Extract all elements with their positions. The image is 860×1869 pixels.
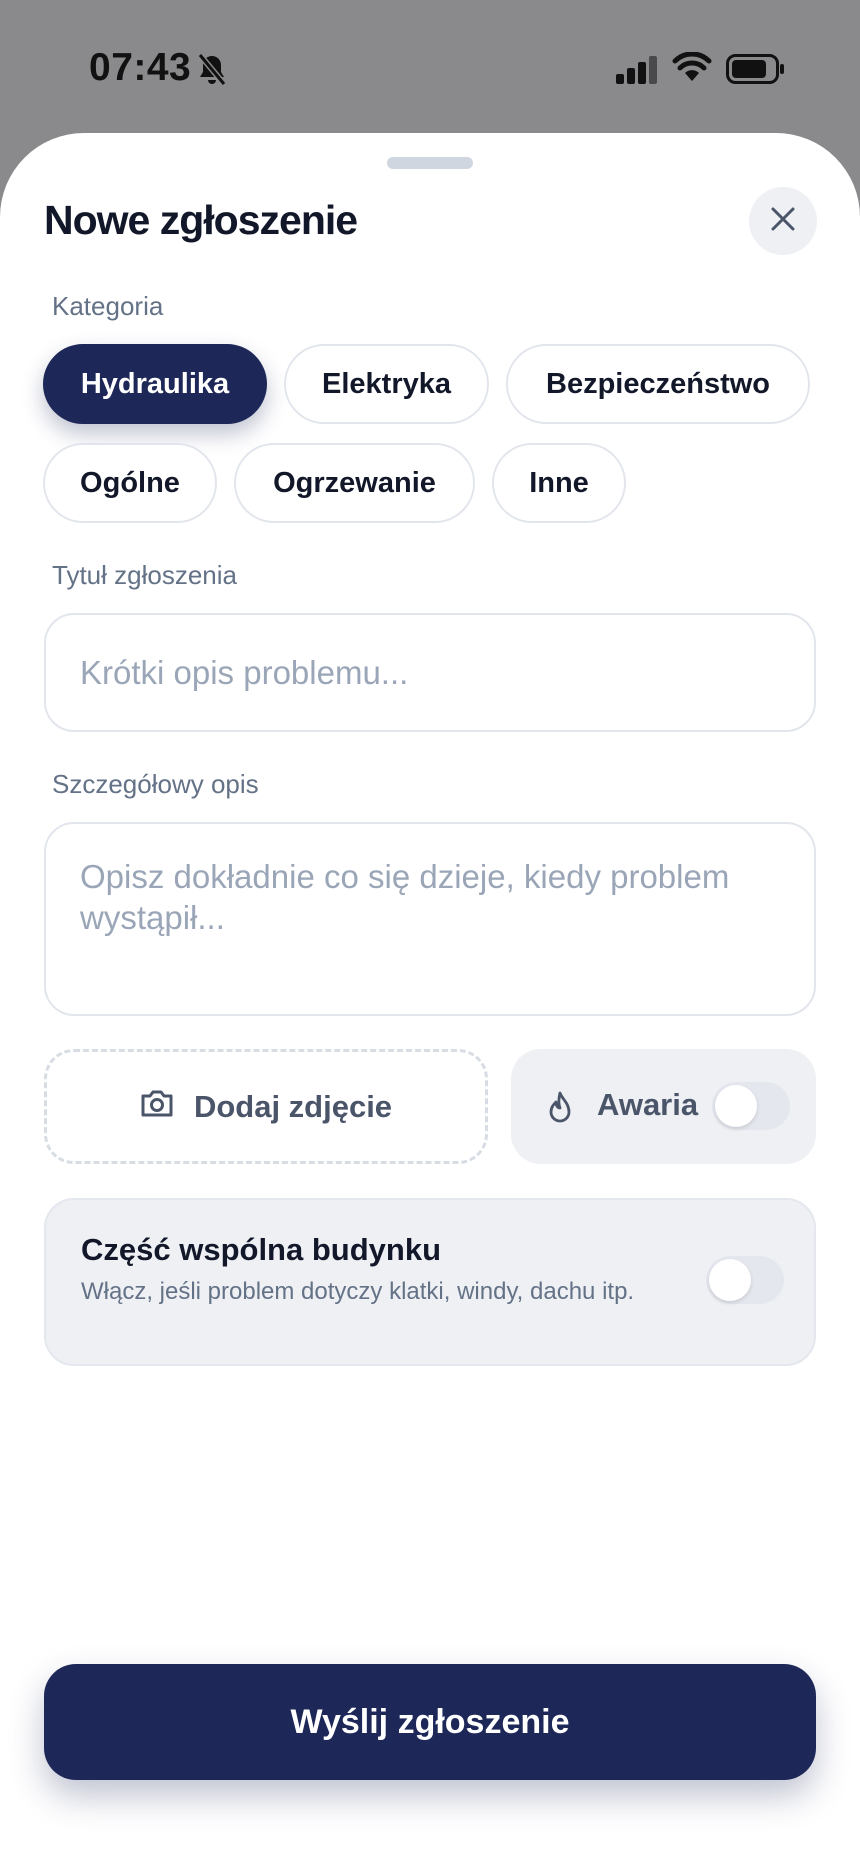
battery-icon: [726, 54, 786, 89]
flame-icon: [545, 1090, 575, 1131]
status-time: 07:43: [89, 46, 192, 89]
toggle-knob: [709, 1259, 751, 1301]
emergency-label: Awaria: [597, 1087, 699, 1122]
category-chip-ogolne[interactable]: Ogólne: [43, 443, 217, 523]
title-input[interactable]: [44, 613, 816, 732]
description-field-label: Szczegółowy opis: [52, 769, 259, 799]
close-button[interactable]: [749, 187, 817, 255]
submit-button[interactable]: Wyślij zgłoszenie: [44, 1664, 816, 1780]
common-area-panel: Część wspólna budynku Włącz, jeśli probl…: [44, 1198, 816, 1366]
camera-icon: [140, 1088, 174, 1126]
close-icon: [770, 206, 796, 237]
bell-slash-icon: [196, 53, 228, 92]
category-chip-inne[interactable]: Inne: [492, 443, 626, 523]
category-label: Kategoria: [52, 291, 164, 321]
category-chip-ogrzewanie[interactable]: Ogrzewanie: [234, 443, 475, 523]
common-area-toggle[interactable]: [706, 1256, 784, 1304]
emergency-toggle[interactable]: [712, 1082, 790, 1130]
add-photo-label: Dodaj zdjęcie: [193, 1088, 393, 1124]
new-request-sheet: Nowe zgłoszenie Kategoria Hydraulika Ele…: [0, 133, 860, 1869]
common-area-description: Włącz, jeśli problem dotyczy klatki, win…: [81, 1278, 635, 1305]
category-chip-bezpieczenstwo[interactable]: Bezpieczeństwo: [506, 344, 810, 424]
category-chip-hydraulika[interactable]: Hydraulika: [43, 344, 267, 424]
add-photo-button[interactable]: Dodaj zdjęcie: [44, 1049, 488, 1164]
emergency-toggle-panel: Awaria: [511, 1049, 816, 1164]
status-bar: 07:43: [0, 0, 860, 133]
common-area-title: Część wspólna budynku: [81, 1232, 442, 1267]
category-chip-elektryka[interactable]: Elektryka: [284, 344, 489, 424]
description-textarea[interactable]: [44, 822, 816, 1016]
title-field-label: Tytuł zgłoszenia: [52, 560, 237, 590]
wifi-icon: [672, 51, 712, 87]
toggle-knob: [715, 1085, 757, 1127]
sheet-title: Nowe zgłoszenie: [44, 197, 358, 243]
sheet-grabber[interactable]: [387, 157, 473, 169]
signal-icon: [616, 56, 658, 89]
